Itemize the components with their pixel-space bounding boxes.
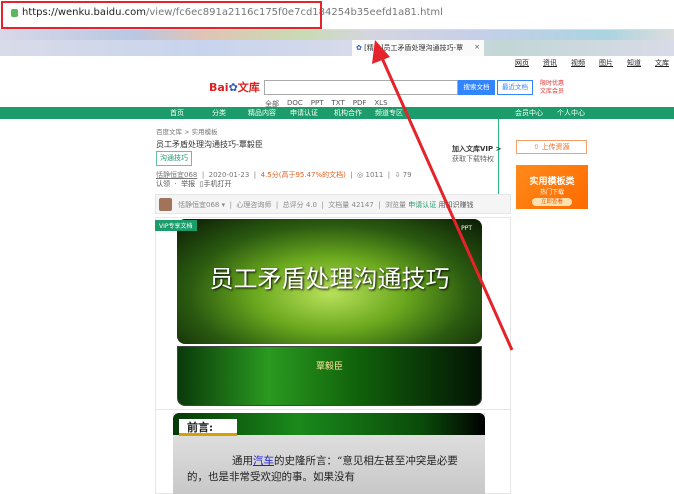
slide-presenter: 覃毅臣 xyxy=(177,346,482,406)
slide-heading: 员工矛盾处理沟通技巧 xyxy=(209,265,450,293)
toplink[interactable]: 网页 xyxy=(515,58,529,68)
text-span: 的史隆所言：“意见相左甚至冲突是必要的，也是非常受欢迎的事。如果没有 xyxy=(187,455,458,483)
template-ad[interactable]: 实用模板类 热门下载 立即查看 xyxy=(516,165,588,209)
logo-suffix: 文库 xyxy=(237,81,260,94)
toplink[interactable]: 资讯 xyxy=(543,58,557,68)
toplink[interactable]: 图片 xyxy=(599,58,613,68)
main-nav: 首页 分类 精品内容 申请认证 机构合作 频道专区 会员中心 个人中心 xyxy=(0,107,674,119)
claim-link[interactable]: 认领 xyxy=(156,180,170,188)
text-span: 通用 xyxy=(232,455,253,467)
baidu-wenku-logo[interactable]: Bai✿文库 xyxy=(209,79,260,95)
report-link[interactable]: 举报 xyxy=(181,180,195,188)
upload-button[interactable]: ⇧ 上传资源 xyxy=(516,140,587,154)
nav-item[interactable]: 精品内容 xyxy=(248,108,276,118)
nav-item[interactable]: 首页 xyxy=(170,108,184,118)
earn-link[interactable]: 用知识赚钱 xyxy=(439,201,474,209)
nav-item[interactable]: 申请认证 xyxy=(290,108,318,118)
breadcrumb[interactable]: 百度文库 > 实用模板 xyxy=(156,126,218,136)
upload-label: 上传资源 xyxy=(541,143,570,151)
search-input[interactable] xyxy=(264,80,458,95)
preface-text: 通用汽车的史隆所言：“意见相左甚至冲突是必要的，也是非常受欢迎的事。如果没有 xyxy=(187,453,477,485)
close-tab-icon[interactable]: × xyxy=(474,43,480,51)
author-bar: 恬静恒宜068 ▾ | 心理咨询师 | 总评分 4.0 | 文档量 42147 … xyxy=(155,194,511,214)
slide-title: PPT 员工矛盾处理沟通技巧 xyxy=(177,219,482,344)
nav-item[interactable]: 分类 xyxy=(212,108,226,118)
tag-badge[interactable]: 沟通技巧 xyxy=(156,151,192,166)
nav-item-personal[interactable]: 个人中心 xyxy=(557,108,585,118)
author-docs: 文档量 42147 xyxy=(328,201,374,209)
paw-icon: ✿ xyxy=(356,44,365,52)
ad-button[interactable]: 立即查看 xyxy=(532,198,572,206)
vip-title: 加入文库VIP > xyxy=(452,145,502,153)
nav-item[interactable]: 机构合作 xyxy=(334,108,362,118)
ad-sub: 热门下载 xyxy=(539,189,564,196)
divider xyxy=(155,409,511,410)
author-name[interactable]: 恬静恒宜068 xyxy=(178,201,219,209)
recent-docs-button[interactable]: 最近文档 xyxy=(497,80,533,95)
view-count: 1011 xyxy=(365,171,384,179)
paw-icon: ✿ xyxy=(228,81,238,94)
doc-date: 2020-01-23 xyxy=(208,171,250,179)
promo-banner[interactable]: 限时优惠 文库会员 xyxy=(540,80,568,96)
nav-item[interactable]: 频道专区 xyxy=(375,108,403,118)
search-button[interactable]: 搜索文档 xyxy=(458,80,495,95)
logo-text: Bai xyxy=(209,81,229,94)
download-count: 79 xyxy=(402,171,412,179)
author-extra: 浏览量 xyxy=(385,201,407,209)
page-title: 员工矛盾处理沟通技巧-覃毅臣 xyxy=(156,140,263,149)
tab-strip: ✿ [精品]员工矛盾处理沟通技巧-覃 × xyxy=(0,40,674,56)
toplink[interactable]: 知道 xyxy=(627,58,641,68)
doc-rating: 4.5分(高于95.47%的文档) xyxy=(260,171,346,179)
highlight-box xyxy=(1,1,322,29)
active-tab[interactable]: ✿ [精品]员工矛盾处理沟通技巧-覃 × xyxy=(352,40,484,56)
car-link[interactable]: 汽车 xyxy=(253,455,274,467)
vip-sub: 获取下载特权 xyxy=(452,155,494,163)
mobile-open-link[interactable]: 手机打开 xyxy=(203,180,231,188)
nav-item-member[interactable]: 会员中心 xyxy=(515,108,543,118)
top-links: 网页 资讯 视频 图片 知道 文库 xyxy=(515,58,669,68)
ppt-logo: PPT xyxy=(461,225,472,232)
author-role: 心理咨询师 xyxy=(236,201,272,209)
slide-preface: 前言: 通用汽车的史隆所言：“意见相左甚至冲突是必要的，也是非常受欢迎的事。如果… xyxy=(173,413,485,494)
vip-badge: VIP专享文档 xyxy=(155,220,197,231)
avatar[interactable] xyxy=(159,198,172,211)
bookmarks-bar xyxy=(0,30,674,40)
apply-cert-link[interactable]: 申请认证 xyxy=(408,201,436,209)
toplink[interactable]: 视频 xyxy=(571,58,585,68)
preface-heading: 前言: xyxy=(179,419,237,436)
toplink[interactable]: 文库 xyxy=(655,58,669,68)
presenter-name: 覃毅臣 xyxy=(315,362,343,372)
author-link[interactable]: 恬静恒宜068 xyxy=(156,171,197,179)
ad-title: 实用模板类 xyxy=(529,177,575,187)
author-score: 总评分 4.0 xyxy=(282,201,317,209)
tab-title: [精品]员工矛盾处理沟通技巧-覃 xyxy=(364,44,464,52)
vip-join[interactable]: 加入文库VIP > 获取下载特权 xyxy=(452,144,501,164)
doc-actions: 认领 · 举报 ▯手机打开 xyxy=(156,180,232,188)
upload-icon: ⇧ xyxy=(533,143,542,151)
